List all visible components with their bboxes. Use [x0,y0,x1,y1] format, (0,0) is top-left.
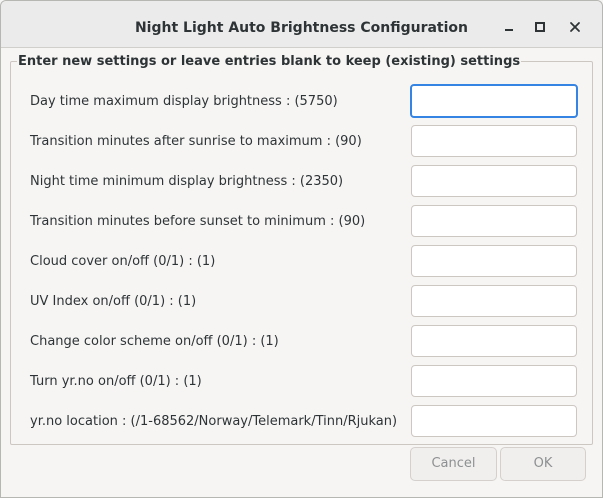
field-entry[interactable] [411,285,577,317]
field-entry[interactable] [411,405,577,437]
field-label: Change color scheme on/off (0/1) : (1) [30,334,279,349]
field-label: Day time maximum display brightness : (5… [30,94,338,109]
field-entry[interactable] [411,325,577,357]
field-label: Transition minutes before sunset to mini… [30,214,366,229]
field-entry[interactable] [410,84,578,118]
form-row: yr.no location : (/1-68562/Norway/Telema… [0,405,603,439]
minimize-button[interactable] [497,15,521,39]
title-bar[interactable]: Night Light Auto Brightness Configuratio… [1,1,602,48]
form-row: Night time minimum display brightness : … [0,165,603,199]
form-row: Turn yr.no on/off (0/1) : (1) [0,365,603,399]
field-label: Cloud cover on/off (0/1) : (1) [30,254,216,269]
form-row: Cloud cover on/off (0/1) : (1) [0,245,603,279]
field-label: yr.no location : (/1-68562/Norway/Telema… [30,414,398,429]
form-row: Transition minutes after sunrise to maxi… [0,125,603,159]
maximize-icon [535,22,545,32]
maximize-button[interactable] [528,15,552,39]
close-button[interactable] [563,15,587,39]
field-entry[interactable] [411,365,577,397]
field-label: UV Index on/off (0/1) : (1) [30,294,197,309]
settings-frame-label: Enter new settings or leave entries blan… [17,53,522,71]
field-entry[interactable] [411,245,577,277]
form-row: Change color scheme on/off (0/1) : (1) [0,325,603,359]
form-row: UV Index on/off (0/1) : (1) [0,285,603,319]
field-label: Night time minimum display brightness : … [30,174,344,189]
form-row: Transition minutes before sunset to mini… [0,205,603,239]
minimize-icon [505,29,513,31]
form-row: Day time maximum display brightness : (5… [0,84,603,119]
ok-button[interactable]: OK [500,447,586,481]
field-label: Transition minutes after sunrise to maxi… [30,134,362,149]
cancel-button[interactable]: Cancel [410,447,497,481]
field-entry[interactable] [411,165,577,197]
field-label: Turn yr.no on/off (0/1) : (1) [30,374,202,389]
field-entry[interactable] [411,125,577,157]
close-icon [570,22,580,32]
field-entry[interactable] [411,205,577,237]
